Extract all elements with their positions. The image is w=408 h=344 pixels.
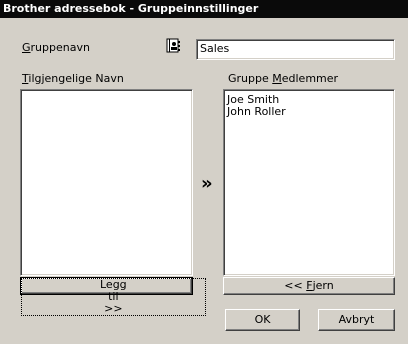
group-name-label: Gruppenavn	[22, 41, 90, 54]
ok-button-label: OK	[254, 313, 271, 326]
transfer-arrow: »	[201, 173, 213, 194]
add-button[interactable]: Legg til >>	[20, 277, 206, 316]
group-name-input[interactable]: Sales	[196, 39, 395, 60]
remove-button[interactable]: << Fjern	[223, 277, 395, 295]
cancel-button-label: Avbryt	[338, 313, 375, 326]
available-names-label: Tilgjengelige Navn	[22, 72, 124, 85]
group-members-list[interactable]: Joe Smith John Roller	[223, 89, 395, 276]
title-bar: Brother adressebok - Gruppeinnstillinger	[0, 0, 408, 18]
window-title: Brother adressebok - Gruppeinnstillinger	[3, 2, 259, 15]
cancel-button[interactable]: Avbryt	[318, 309, 395, 331]
available-names-list[interactable]	[20, 89, 193, 276]
add-button-label: Legg til >>	[21, 278, 206, 316]
ok-button[interactable]: OK	[225, 309, 300, 331]
group-name-value: Sales	[200, 42, 230, 55]
list-item[interactable]: John Roller	[224, 106, 394, 118]
address-book-icon	[165, 38, 181, 54]
group-members-label: Gruppe Medlemmer	[228, 72, 339, 85]
